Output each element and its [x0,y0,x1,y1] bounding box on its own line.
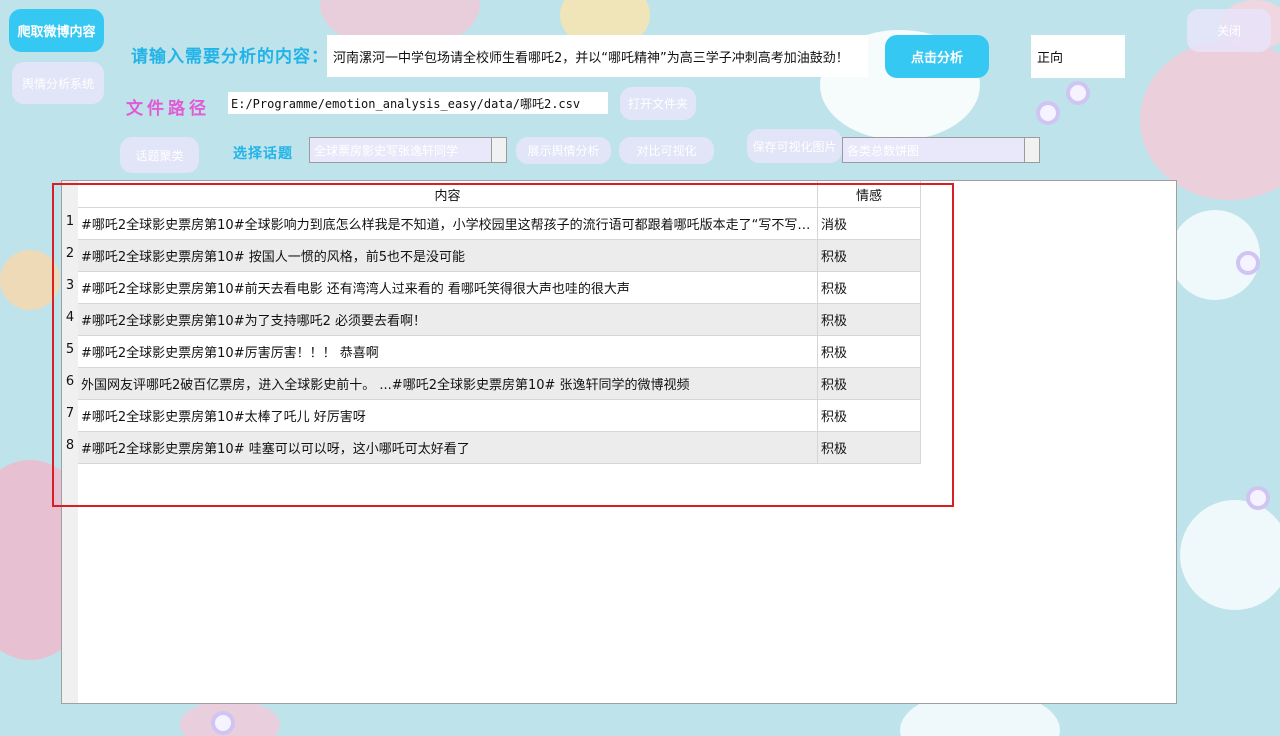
sentiment-cell[interactable]: 消极 [817,207,921,240]
column-header-content[interactable]: 内容 [78,181,818,208]
chart-type-select-value: 各类总数饼图 [847,143,920,158]
open-folder-button[interactable]: 打开文件夹 [620,87,696,120]
row-number: 6 [65,374,75,389]
save-visualization-button[interactable]: 保存可视化图片 [747,129,842,163]
select-topic-label: 选择话题 [233,146,293,162]
crawl-weibo-button[interactable]: 爬取微博内容 [9,9,104,52]
table-row[interactable]: #哪吒2全球影史票房第10# 按国人一惯的风格，前5也不是没可能 积极 [78,239,921,272]
chevron-down-icon[interactable] [491,138,506,162]
sentiment-cell[interactable]: 积极 [817,399,921,432]
file-path-input[interactable]: E:/Programme/emotion_analysis_easy/data/… [228,92,608,114]
row-number: 4 [65,310,75,325]
row-number: 2 [65,246,75,261]
sentiment-cell[interactable]: 积极 [817,335,921,368]
close-button[interactable]: 关闭 [1187,9,1271,52]
topic-select[interactable]: 全球票房影史写张逸轩同学 [309,137,507,163]
chevron-down-icon[interactable] [1024,138,1039,162]
table-row[interactable]: #哪吒2全球影史票房第10#全球影响力到底怎么样我是不知道，小学校园里这帮孩子的… [78,207,921,240]
sentiment-result-field: 正向 [1031,35,1125,78]
content-cell[interactable]: 外国网友评哪吒2破百亿票房，进入全球影史前十。 ...#哪吒2全球影史票房第10… [78,367,818,400]
sentiment-cell[interactable]: 积极 [817,367,921,400]
table-row[interactable]: 外国网友评哪吒2破百亿票房，进入全球影史前十。 ...#哪吒2全球影史票房第10… [78,367,921,400]
file-path-label: 文件路径 [126,99,210,119]
content-cell[interactable]: #哪吒2全球影史票房第10# 哇塞可以可以呀，这小哪吒可太好看了 [78,431,818,464]
row-number: 1 [65,214,75,229]
content-cell[interactable]: #哪吒2全球影史票房第10# 按国人一惯的风格，前5也不是没可能 [78,239,818,272]
content-cell[interactable]: #哪吒2全球影史票房第10#全球影响力到底怎么样我是不知道，小学校园里这帮孩子的… [78,207,818,240]
content-cell[interactable]: #哪吒2全球影史票房第10#厉害厉害！！！ 恭喜啊 [78,335,818,368]
table-row[interactable]: #哪吒2全球影史票房第10#为了支持哪吒2 必须要去看啊！ 积极 [78,303,921,336]
show-analysis-button[interactable]: 展示舆情分析 [516,137,611,164]
row-number: 8 [65,438,75,453]
topic-cluster-button[interactable]: 话题聚类 [120,137,199,173]
table-row[interactable]: #哪吒2全球影史票房第10#太棒了吒儿 好厉害呀 积极 [78,399,921,432]
row-number: 3 [65,278,75,293]
compare-visualization-button[interactable]: 对比可视化 [619,137,714,164]
results-table-panel[interactable]: 1 2 3 4 5 6 7 8 内容 情感 #哪吒2全球影史票房第10#全球影响… [61,180,1177,704]
sentiment-cell[interactable]: 积极 [817,431,921,464]
content-cell[interactable]: #哪吒2全球影史票房第10#太棒了吒儿 好厉害呀 [78,399,818,432]
chart-type-select[interactable]: 各类总数饼图 [842,137,1040,163]
input-prompt-label: 请输入需要分析的内容： [131,47,329,67]
content-input[interactable]: 河南漯河一中学包场请全校师生看哪吒2，并以“哪吒精神”为高三学子冲刺高考加油鼓劲… [327,35,868,77]
table-row[interactable]: #哪吒2全球影史票房第10#厉害厉害！！！ 恭喜啊 积极 [78,335,921,368]
results-table[interactable]: 内容 情感 #哪吒2全球影史票房第10#全球影响力到底怎么样我是不知道，小学校园… [78,181,921,464]
column-header-sentiment[interactable]: 情感 [817,181,921,208]
content-cell[interactable]: #哪吒2全球影史票房第10#前天去看电影 还有湾湾人过来看的 看哪吒笑得很大声也… [78,271,818,304]
sentiment-cell[interactable]: 积极 [817,303,921,336]
table-row[interactable]: #哪吒2全球影史票房第10# 哇塞可以可以呀，这小哪吒可太好看了 积极 [78,431,921,464]
table-row[interactable]: #哪吒2全球影史票房第10#前天去看电影 还有湾湾人过来看的 看哪吒笑得很大声也… [78,271,921,304]
sentiment-cell[interactable]: 积极 [817,239,921,272]
table-header-row: 内容 情感 [78,181,921,208]
row-number: 7 [65,406,75,421]
analyze-button[interactable]: 点击分析 [885,35,989,78]
sentiment-system-button[interactable]: 舆情分析系统 [12,62,104,104]
content-cell[interactable]: #哪吒2全球影史票房第10#为了支持哪吒2 必须要去看啊！ [78,303,818,336]
row-number: 5 [65,342,75,357]
sentiment-cell[interactable]: 积极 [817,271,921,304]
topic-select-value: 全球票房影史写张逸轩同学 [314,143,459,158]
